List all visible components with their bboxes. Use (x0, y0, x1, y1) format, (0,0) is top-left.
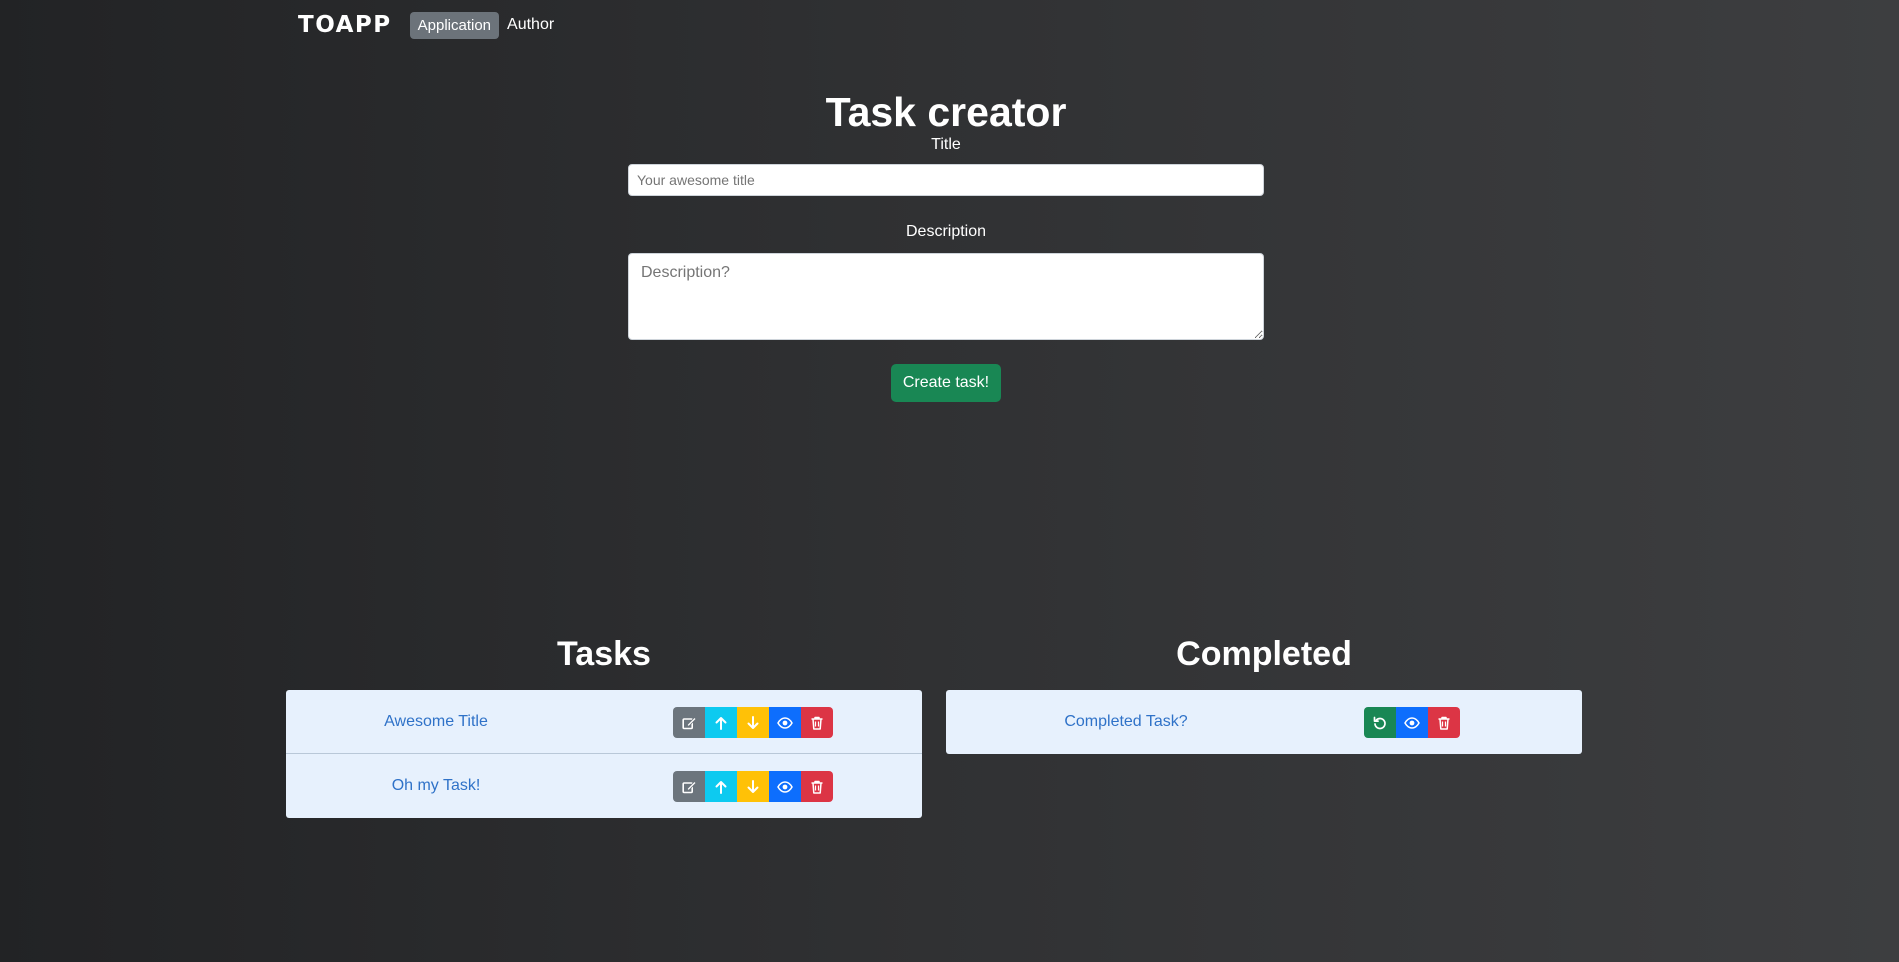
move-down-button[interactable] (737, 707, 769, 738)
edit-button[interactable] (673, 707, 705, 738)
completed-heading: Completed (1176, 635, 1352, 673)
tasks-list: Awesome Title Oh my Task! (286, 690, 922, 818)
arrow-down-icon (747, 715, 759, 729)
edit-icon (682, 716, 697, 729)
navbar: TOAPP Application Author (298, 10, 562, 40)
move-down-button[interactable] (737, 771, 769, 802)
nav-link-author[interactable]: Author (499, 11, 562, 39)
view-button[interactable] (1396, 707, 1428, 738)
eye-icon (1404, 716, 1420, 729)
eye-icon (777, 716, 793, 729)
title-input[interactable] (628, 164, 1264, 196)
description-input[interactable] (628, 253, 1264, 340)
edit-icon (682, 780, 697, 793)
brand-logo[interactable]: TOAPP (298, 12, 392, 38)
completed-task-title-link[interactable]: Completed Task? (976, 690, 1276, 754)
tasks-column: Tasks Awesome Title Oh my Task! (286, 632, 922, 818)
completed-task-row: Completed Task? (946, 690, 1582, 754)
task-actions (673, 771, 833, 802)
view-button[interactable] (769, 707, 801, 738)
move-up-button[interactable] (705, 707, 737, 738)
task-title-link[interactable]: Oh my Task! (286, 754, 586, 818)
task-actions (673, 707, 833, 738)
restore-button[interactable] (1364, 707, 1396, 738)
delete-button[interactable] (801, 771, 833, 802)
page-title: Task creator (825, 89, 1067, 135)
tasks-heading: Tasks (557, 635, 651, 673)
trash-icon (1438, 716, 1450, 730)
arrow-up-icon (715, 780, 727, 794)
arrow-up-icon (715, 716, 727, 730)
task-row: Awesome Title (286, 690, 922, 754)
completed-list: Completed Task? (946, 690, 1582, 754)
trash-icon (811, 716, 823, 730)
title-label: Title (931, 136, 961, 153)
view-button[interactable] (769, 771, 801, 802)
completed-column: Completed Completed Task? (946, 632, 1582, 754)
undo-icon (1373, 716, 1386, 729)
delete-button[interactable] (1428, 707, 1460, 738)
eye-icon (777, 780, 793, 793)
completed-task-actions (1364, 707, 1460, 738)
move-up-button[interactable] (705, 771, 737, 802)
arrow-down-icon (747, 779, 759, 793)
trash-icon (811, 780, 823, 794)
task-creator-form: Task creator Title Description Create ta… (628, 86, 1264, 402)
nav-link-application[interactable]: Application (409, 11, 500, 39)
task-title-link[interactable]: Awesome Title (286, 690, 586, 754)
task-row: Oh my Task! (286, 754, 922, 818)
edit-button[interactable] (673, 771, 705, 802)
description-label: Description (905, 223, 987, 240)
create-task-button[interactable]: Create task! (890, 364, 1002, 402)
delete-button[interactable] (801, 707, 833, 738)
